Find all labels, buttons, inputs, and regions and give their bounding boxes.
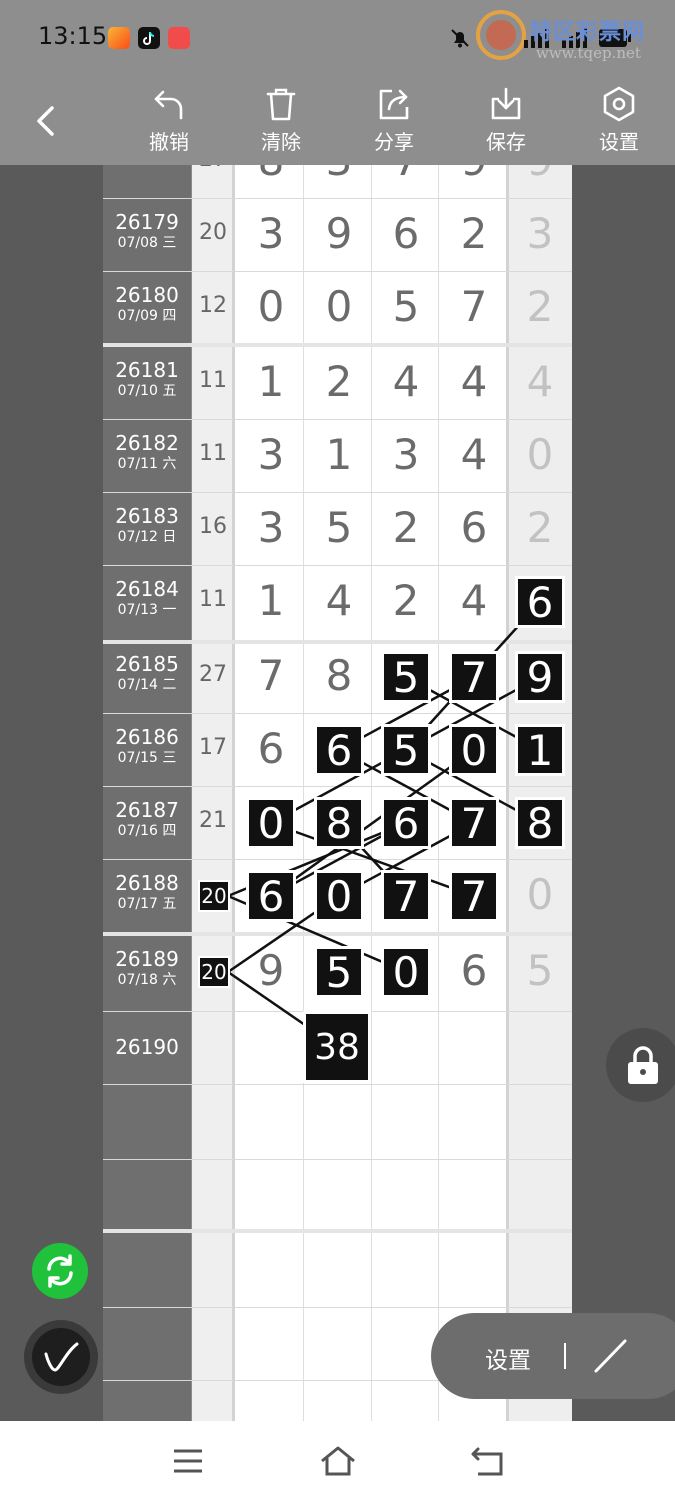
highlighted-digit: 6	[314, 724, 364, 776]
highlighted-digit: 7	[449, 797, 499, 849]
highlighted-digit: 0	[449, 724, 499, 776]
pen-button[interactable]	[24, 1320, 98, 1394]
highlighted-digit: 0	[314, 870, 364, 922]
status-time: 13:15	[38, 22, 108, 50]
status-bar: 13:15 特区彩票网 www.tqep.net	[0, 0, 675, 76]
mute-bell-icon	[451, 29, 469, 48]
watermark-logo-icon	[476, 10, 526, 60]
clear-label: 清除	[261, 130, 301, 154]
sync-icon	[47, 1254, 73, 1288]
highlighted-digit: 5	[314, 946, 364, 998]
lock-button[interactable]	[606, 1028, 675, 1102]
save-label: 保存	[486, 130, 526, 154]
watermark-url: www.tqep.net	[536, 44, 641, 62]
highlighted-digit: 5	[381, 651, 431, 703]
highlighted-digit: 0	[381, 946, 431, 998]
download-icon	[491, 87, 521, 120]
highlighted-digit: 9	[515, 651, 565, 703]
pill-separator	[564, 1343, 566, 1369]
prediction-box: 38	[303, 1011, 371, 1083]
sum-highlight: 20	[198, 880, 230, 912]
watermark-text: 特区彩票网	[530, 20, 646, 45]
highlighted-digit: 8	[314, 797, 364, 849]
screen: 13:15 特区彩票网 www.tqep.net 撤销 清除 分享 保存 设置 …	[0, 0, 675, 1500]
undo-label: 撤销	[149, 130, 189, 154]
home-icon[interactable]	[319, 1445, 357, 1477]
app-icon-3	[168, 27, 190, 49]
share-button[interactable]: 分享	[354, 84, 434, 160]
chevron-left-icon[interactable]	[30, 104, 64, 138]
highlighted-digit: 5	[381, 724, 431, 776]
trash-icon	[266, 88, 296, 121]
connector-lines	[227, 601, 541, 1049]
clear-button[interactable]: 清除	[241, 84, 321, 160]
tiktok-icon	[138, 27, 160, 49]
sync-button[interactable]	[32, 1243, 88, 1299]
highlighted-digit: 6	[246, 870, 296, 922]
back-return-icon[interactable]	[470, 1445, 506, 1477]
share-label: 分享	[374, 130, 414, 154]
save-button[interactable]: 保存	[466, 84, 546, 160]
pill-settings-label[interactable]: 设置	[485, 1341, 531, 1375]
sum-highlight: 20	[198, 956, 230, 988]
highlighted-digit: 8	[515, 797, 565, 849]
undo-button[interactable]: 撤销	[129, 84, 209, 160]
lock-icon	[628, 1046, 658, 1084]
menu-icon[interactable]	[172, 1447, 204, 1475]
highlighted-digit: 7	[449, 870, 499, 922]
settings-label: 设置	[599, 130, 639, 154]
undo-icon	[154, 90, 183, 120]
navigation-bar	[0, 1421, 675, 1500]
highlighted-digit: 1	[515, 724, 565, 776]
highlighted-digit: 6	[515, 576, 565, 628]
toolbar: 撤销 清除 分享 保存 设置	[0, 76, 675, 165]
share-icon	[379, 89, 409, 120]
highlighted-digit: 6	[381, 797, 431, 849]
settings-pill[interactable]: 设置	[431, 1313, 675, 1399]
settings-button[interactable]: 设置	[579, 84, 659, 160]
highlighted-digit: 0	[246, 797, 296, 849]
app-icon-1	[108, 27, 130, 49]
trend-grid[interactable]: 07/07 二27837992617907/08 三20396232618007…	[0, 165, 675, 1421]
highlighted-digit: 7	[381, 870, 431, 922]
pen-signature-icon	[44, 1342, 79, 1372]
hexagon-gear-icon	[603, 86, 635, 122]
highlighted-digit: 7	[449, 651, 499, 703]
slash-line-icon[interactable]	[591, 1337, 631, 1375]
connector-line	[270, 748, 475, 898]
